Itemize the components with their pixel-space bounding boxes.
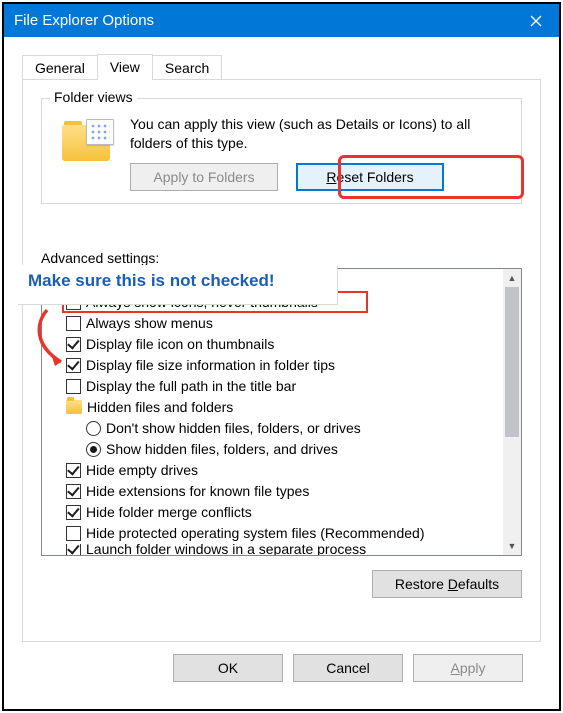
checkbox-icon[interactable] [66,463,81,478]
tree-item[interactable]: Hide protected operating system files (R… [44,523,501,544]
tree-item[interactable]: Don't show hidden files, folders, or dri… [44,418,501,439]
annotation-callout: Make sure this is not checked! [18,265,338,305]
tab-search[interactable]: Search [152,55,222,80]
tab-general[interactable]: General [22,55,98,80]
item-label: Show hidden files, folders, and drives [106,439,338,460]
checkbox-icon[interactable] [66,526,81,541]
checkbox-icon[interactable] [66,484,81,499]
advanced-settings-listbox: Files and Folders Always show icons, nev… [41,268,522,556]
tree-item[interactable]: Display file size information in folder … [44,355,501,376]
checkbox-icon[interactable] [66,358,81,373]
checkbox-icon[interactable] [66,316,81,331]
folder-views-desc: You can apply this view (such as Details… [130,115,509,153]
item-label: Display the full path in the title bar [86,376,296,397]
dialog-body: General View Search Folder views You can… [4,37,559,709]
item-label: Hidden files and folders [87,397,233,418]
tree-item[interactable]: Display file icon on thumbnails [44,334,501,355]
tree-item[interactable]: Hide folder merge conflicts [44,502,501,523]
checkbox-icon[interactable] [66,379,81,394]
scroll-track[interactable] [503,287,521,537]
tree-item-cutoff[interactable]: Launch folder windows in a separate proc… [44,544,501,555]
item-label: Always show menus [86,313,213,334]
tab-panel-view: Folder views You can apply this view (su… [22,79,541,642]
folder-icon [66,400,82,414]
ok-button[interactable]: OK [173,654,283,682]
tree-item[interactable]: Hidden files and folders [44,397,501,418]
folder-views-buttons: Apply to Folders Reset Folders [130,163,509,191]
checkbox-icon[interactable] [66,544,81,555]
apply-to-folders-button: Apply to Folders [130,163,278,191]
tab-view[interactable]: View [97,54,153,80]
radio-icon[interactable] [86,442,101,457]
folder-views-title: Folder views [50,89,137,105]
apply-button: Apply [413,654,523,682]
checkbox-icon[interactable] [66,505,81,520]
item-label: Display file size information in folder … [86,355,335,376]
scroll-thumb[interactable] [505,287,519,437]
title-bar: File Explorer Options [4,4,559,37]
restore-defaults-row: Restore Defaults [35,570,522,598]
item-label: Hide protected operating system files (R… [86,523,425,544]
tab-strip: General View Search [22,51,541,79]
tree-item[interactable]: Show hidden files, folders, and drives [44,439,501,460]
restore-defaults-button[interactable]: Restore Defaults [372,570,522,598]
dialog-action-row: OK Cancel Apply [22,642,541,682]
folder-icon-wrap [54,115,118,191]
folder-views-right: You can apply this view (such as Details… [130,115,509,191]
reset-folders-button[interactable]: Reset Folders [296,163,444,191]
folder-icon [62,121,110,163]
checkbox-icon[interactable] [66,337,81,352]
cancel-button[interactable]: Cancel [293,654,403,682]
tree-item[interactable]: Display the full path in the title bar [44,376,501,397]
window-title: File Explorer Options [14,12,513,29]
tree-item[interactable]: Hide extensions for known file types [44,481,501,502]
folder-views-group: Folder views You can apply this view (su… [41,98,522,204]
scrollbar[interactable]: ▲ ▼ [503,269,521,555]
advanced-settings-label: Advanced settings: [41,250,522,266]
item-label: Display file icon on thumbnails [86,334,274,355]
close-button[interactable] [513,4,559,37]
window-frame: File Explorer Options General View Searc… [2,2,561,711]
advanced-settings-tree[interactable]: Files and Folders Always show icons, nev… [42,269,503,555]
item-label: Hide empty drives [86,460,198,481]
close-icon [530,15,542,27]
radio-icon[interactable] [86,421,101,436]
tree-item[interactable]: Hide empty drives [44,460,501,481]
item-label: Don't show hidden files, folders, or dri… [106,418,361,439]
scroll-down-button[interactable]: ▼ [503,537,521,555]
item-label: Hide folder merge conflicts [86,502,252,523]
item-label: Hide extensions for known file types [86,481,309,502]
scroll-up-button[interactable]: ▲ [503,269,521,287]
item-label: Launch folder windows in a separate proc… [86,544,366,555]
tree-item[interactable]: Always show menus [44,313,501,334]
